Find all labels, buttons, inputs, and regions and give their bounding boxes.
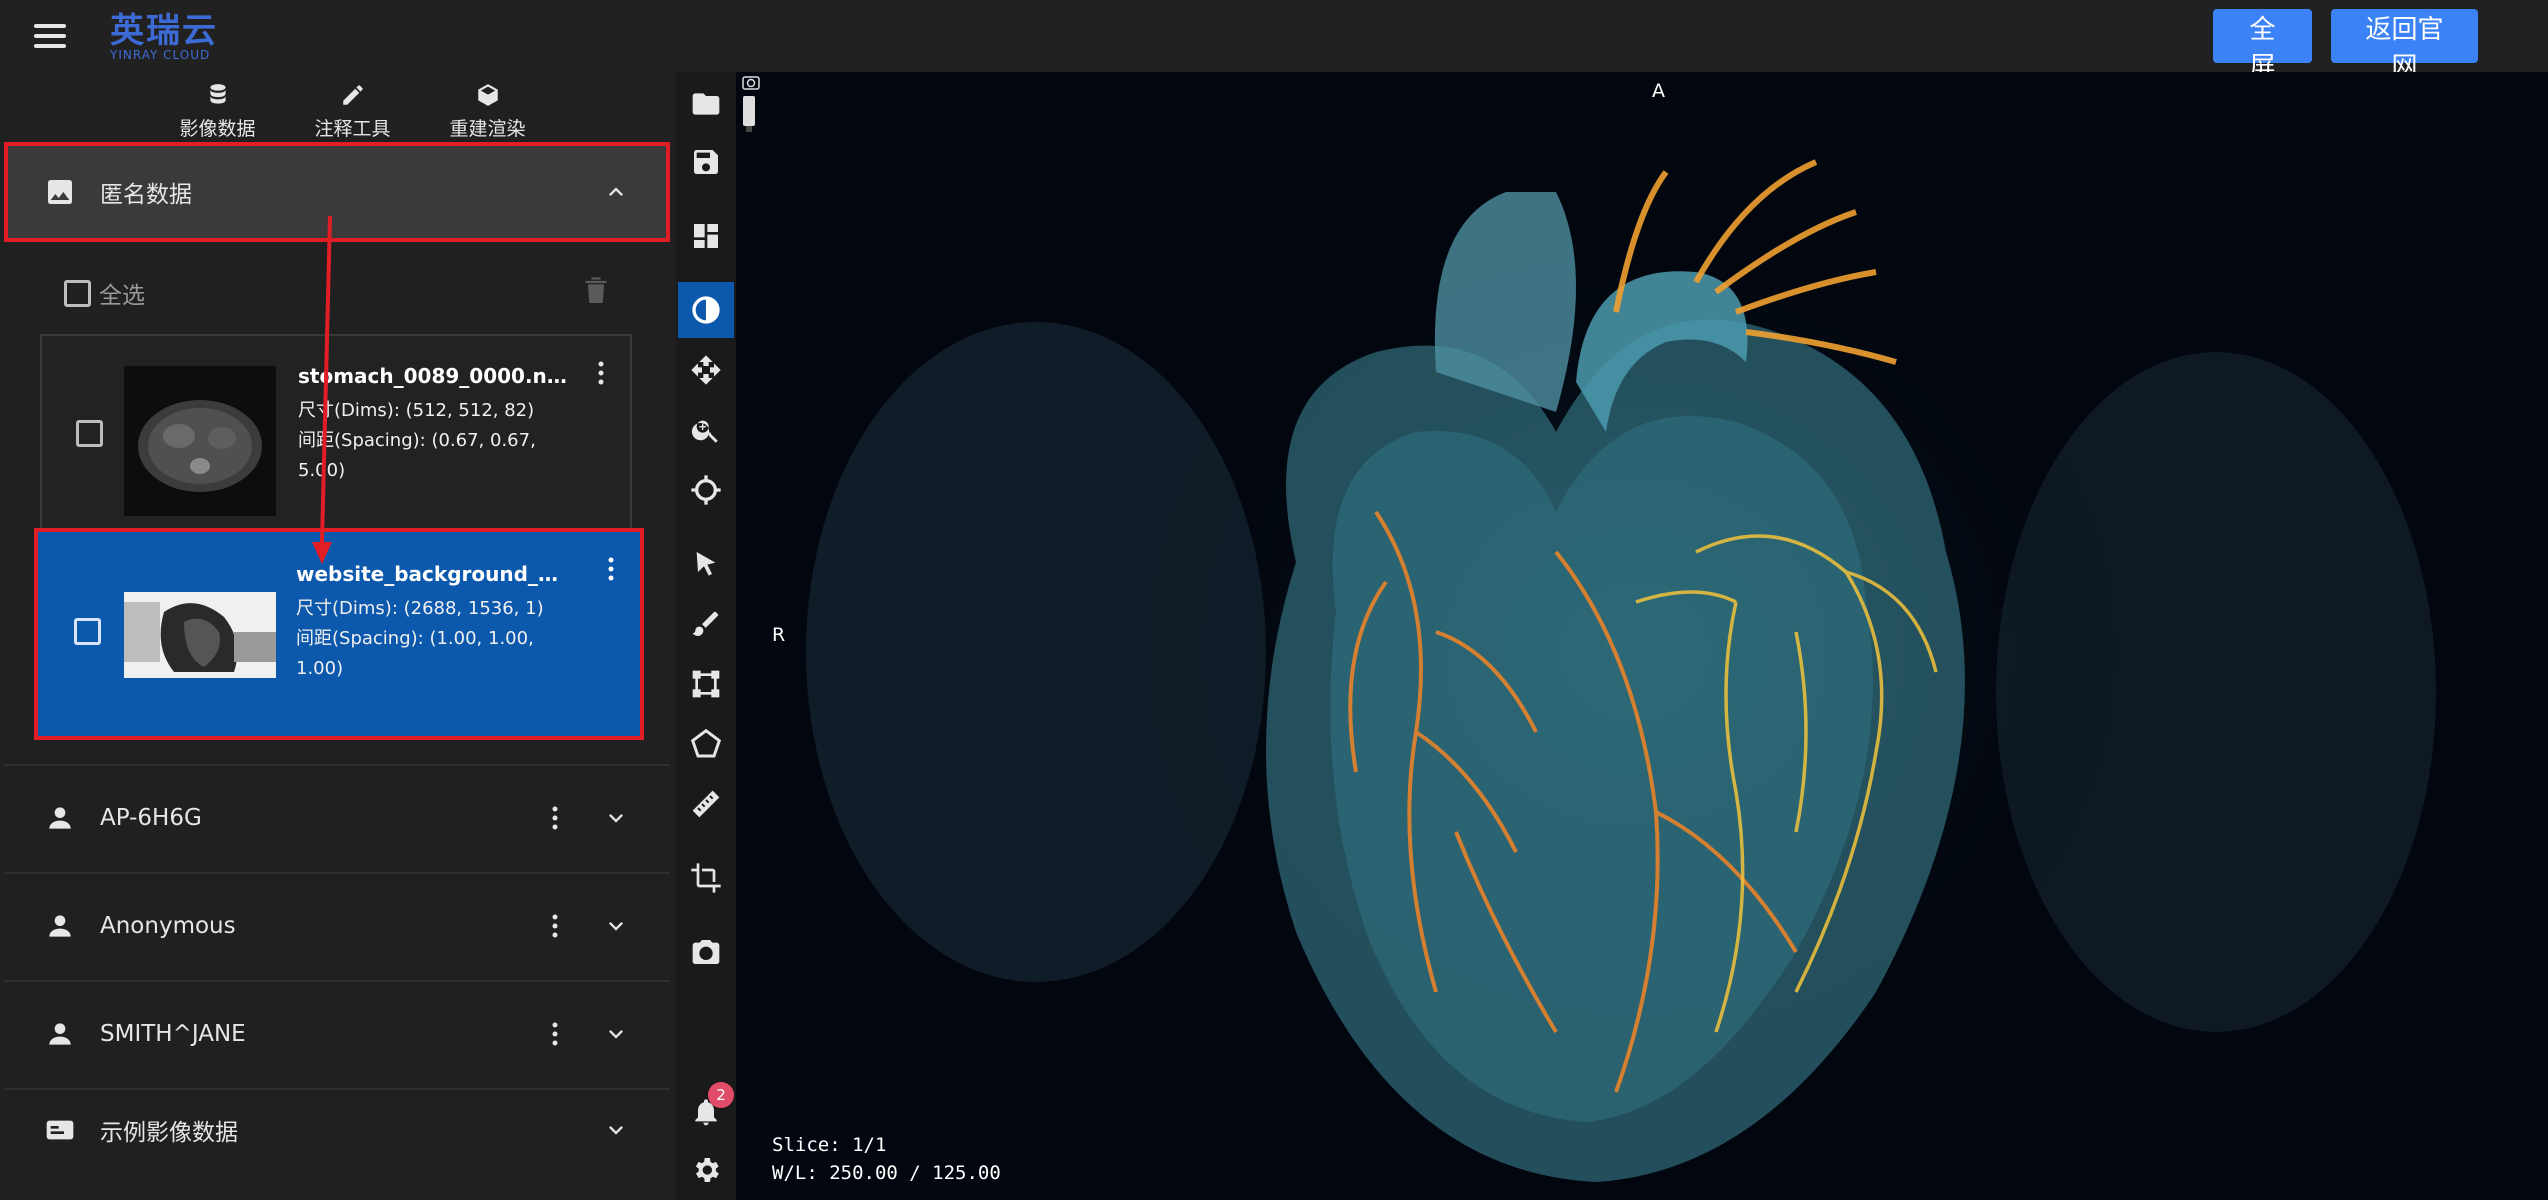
fullscreen-button[interactable]: 全屏 (2213, 9, 2312, 82)
layout-icon[interactable] (678, 208, 734, 264)
notification-bell-icon[interactable]: 2 (678, 1082, 734, 1140)
slice-info: Slice: 1/1 (772, 1134, 887, 1156)
annotation-arrow (312, 215, 332, 564)
orientation-marker-left: R (772, 624, 786, 646)
zoom-icon[interactable] (678, 402, 734, 458)
ruler-icon[interactable] (678, 776, 734, 832)
patient-row-ap-6h6g[interactable]: AP-6H6G (4, 764, 670, 870)
bounding-box-icon[interactable] (678, 656, 734, 712)
chevron-down-icon[interactable] (602, 912, 630, 940)
camera-icon[interactable] (742, 74, 760, 90)
section-label: 示例影像数据 (100, 1120, 238, 1146)
settings-gear-icon[interactable] (678, 1142, 734, 1198)
heart-image (736, 132, 2548, 1200)
patient-row-smith-jane[interactable]: SMITH^JANE (4, 980, 670, 1086)
more-vert-icon[interactable] (550, 1020, 560, 1048)
more-vert-icon[interactable] (550, 912, 560, 940)
back-to-website-button[interactable]: 返回官网 (2331, 9, 2478, 82)
image-viewport[interactable]: A R Slice: 1/1 W/L: 250.00 / 125.00 (736, 72, 2548, 1200)
crop-icon[interactable] (678, 850, 734, 906)
patient-label: Anonymous (100, 913, 236, 939)
brush-icon[interactable] (678, 596, 734, 652)
id-card-icon (46, 1120, 74, 1140)
chevron-down-icon[interactable] (602, 1020, 630, 1048)
logo-text: 英瑞云 (110, 11, 218, 51)
pan-move-icon[interactable] (678, 342, 734, 398)
person-icon (49, 807, 71, 829)
pointer-icon[interactable] (678, 536, 734, 592)
hamburger-menu-icon[interactable] (30, 20, 70, 52)
orientation-marker-top: A (1652, 80, 1665, 102)
vertical-toolbar: 2 (676, 72, 736, 1200)
person-icon (49, 1023, 71, 1045)
screenshot-camera-icon[interactable] (678, 924, 734, 980)
save-icon[interactable] (678, 134, 734, 190)
slice-scrollbar-thumb[interactable] (743, 96, 755, 126)
open-folder-icon[interactable] (678, 76, 734, 132)
patient-row-anonymous[interactable]: Anonymous (4, 872, 670, 978)
patient-label: AP-6H6G (100, 805, 202, 831)
more-vert-icon[interactable] (550, 804, 560, 832)
crosshair-icon[interactable] (678, 462, 734, 518)
left-panel: 影像数据 注释工具 重建渲染 匿名数据 全选 stomach_0089_0000… (0, 72, 676, 1200)
patient-label: SMITH^JANE (100, 1021, 246, 1047)
notification-badge: 2 (708, 1082, 734, 1108)
chevron-down-icon[interactable] (602, 1116, 630, 1144)
polygon-icon[interactable] (678, 716, 734, 772)
top-bar: 英瑞云 YINRAY CLOUD 全屏 返回官网 (0, 0, 2548, 82)
window-level-info: W/L: 250.00 / 125.00 (772, 1162, 1001, 1184)
person-icon (49, 915, 71, 937)
chevron-down-icon[interactable] (602, 804, 630, 832)
logo[interactable]: 英瑞云 YINRAY CLOUD (110, 12, 218, 62)
window-level-icon[interactable] (678, 282, 734, 338)
logo-subtext: YINRAY CLOUD (110, 48, 211, 62)
section-header-example-data[interactable]: 示例影像数据 (4, 1088, 670, 1170)
